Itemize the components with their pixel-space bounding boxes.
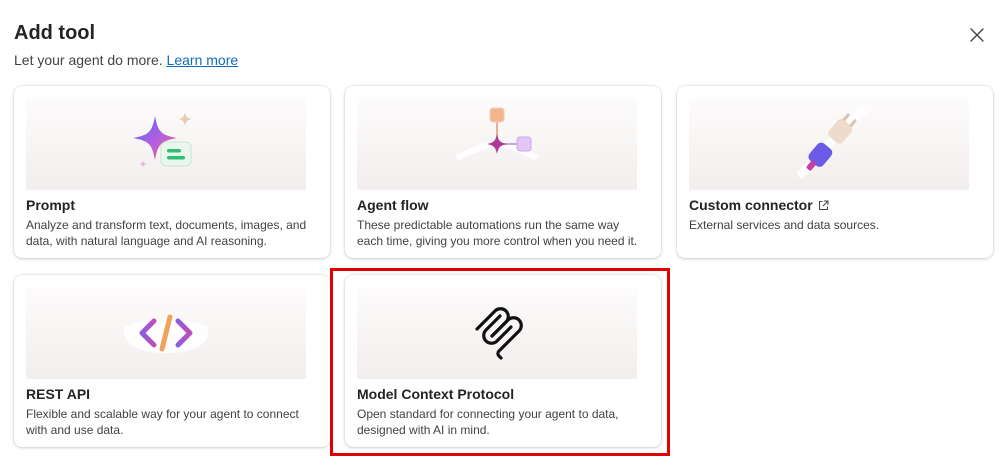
card-title: Prompt [26,197,75,213]
card-hero [26,98,306,190]
learn-more-link[interactable]: Learn more [167,52,239,68]
card-title-text: Custom connector [689,197,813,213]
close-icon [970,28,984,42]
tool-card-custom-connector[interactable]: Custom connector External services and d… [677,86,993,258]
card-description: Open standard for connecting your agent … [357,407,619,437]
mcp-icon [475,307,523,360]
close-button[interactable] [966,24,988,46]
card-title: Agent flow [357,197,429,213]
open-external-icon [818,200,829,210]
card-hero [689,98,969,190]
sparkle-prompt-icon [133,112,192,168]
tool-card-model-context-protocol[interactable]: Model Context Protocol Open standard for… [345,275,661,447]
dialog-subtitle: Let your agent do more. Learn more [14,52,238,68]
card-hero [26,287,306,379]
card-description: External services and data sources. [689,218,880,232]
card-description: These predictable automations run the sa… [357,218,638,248]
tool-card-prompt[interactable]: Prompt Analyze and transform text, docum… [14,86,330,258]
dialog-title: Add tool [14,22,96,44]
card-hero [357,287,637,379]
flow-icon [455,107,539,161]
card-description: Analyze and transform text, documents, i… [26,218,307,248]
card-description: Flexible and scalable way for your agent… [26,407,299,437]
tool-card-agent-flow[interactable]: Agent flow These predictable automations… [345,86,661,258]
code-icon [123,314,209,353]
plug-icon [796,106,868,179]
card-title: Model Context Protocol [357,386,515,402]
card-title: REST API [26,386,91,402]
tool-card-rest-api[interactable]: REST API Flexible and scalable way for y… [14,275,330,447]
card-hero [357,98,637,190]
card-title: Custom connector [689,197,829,213]
subtitle-text: Let your agent do more. [14,52,163,68]
